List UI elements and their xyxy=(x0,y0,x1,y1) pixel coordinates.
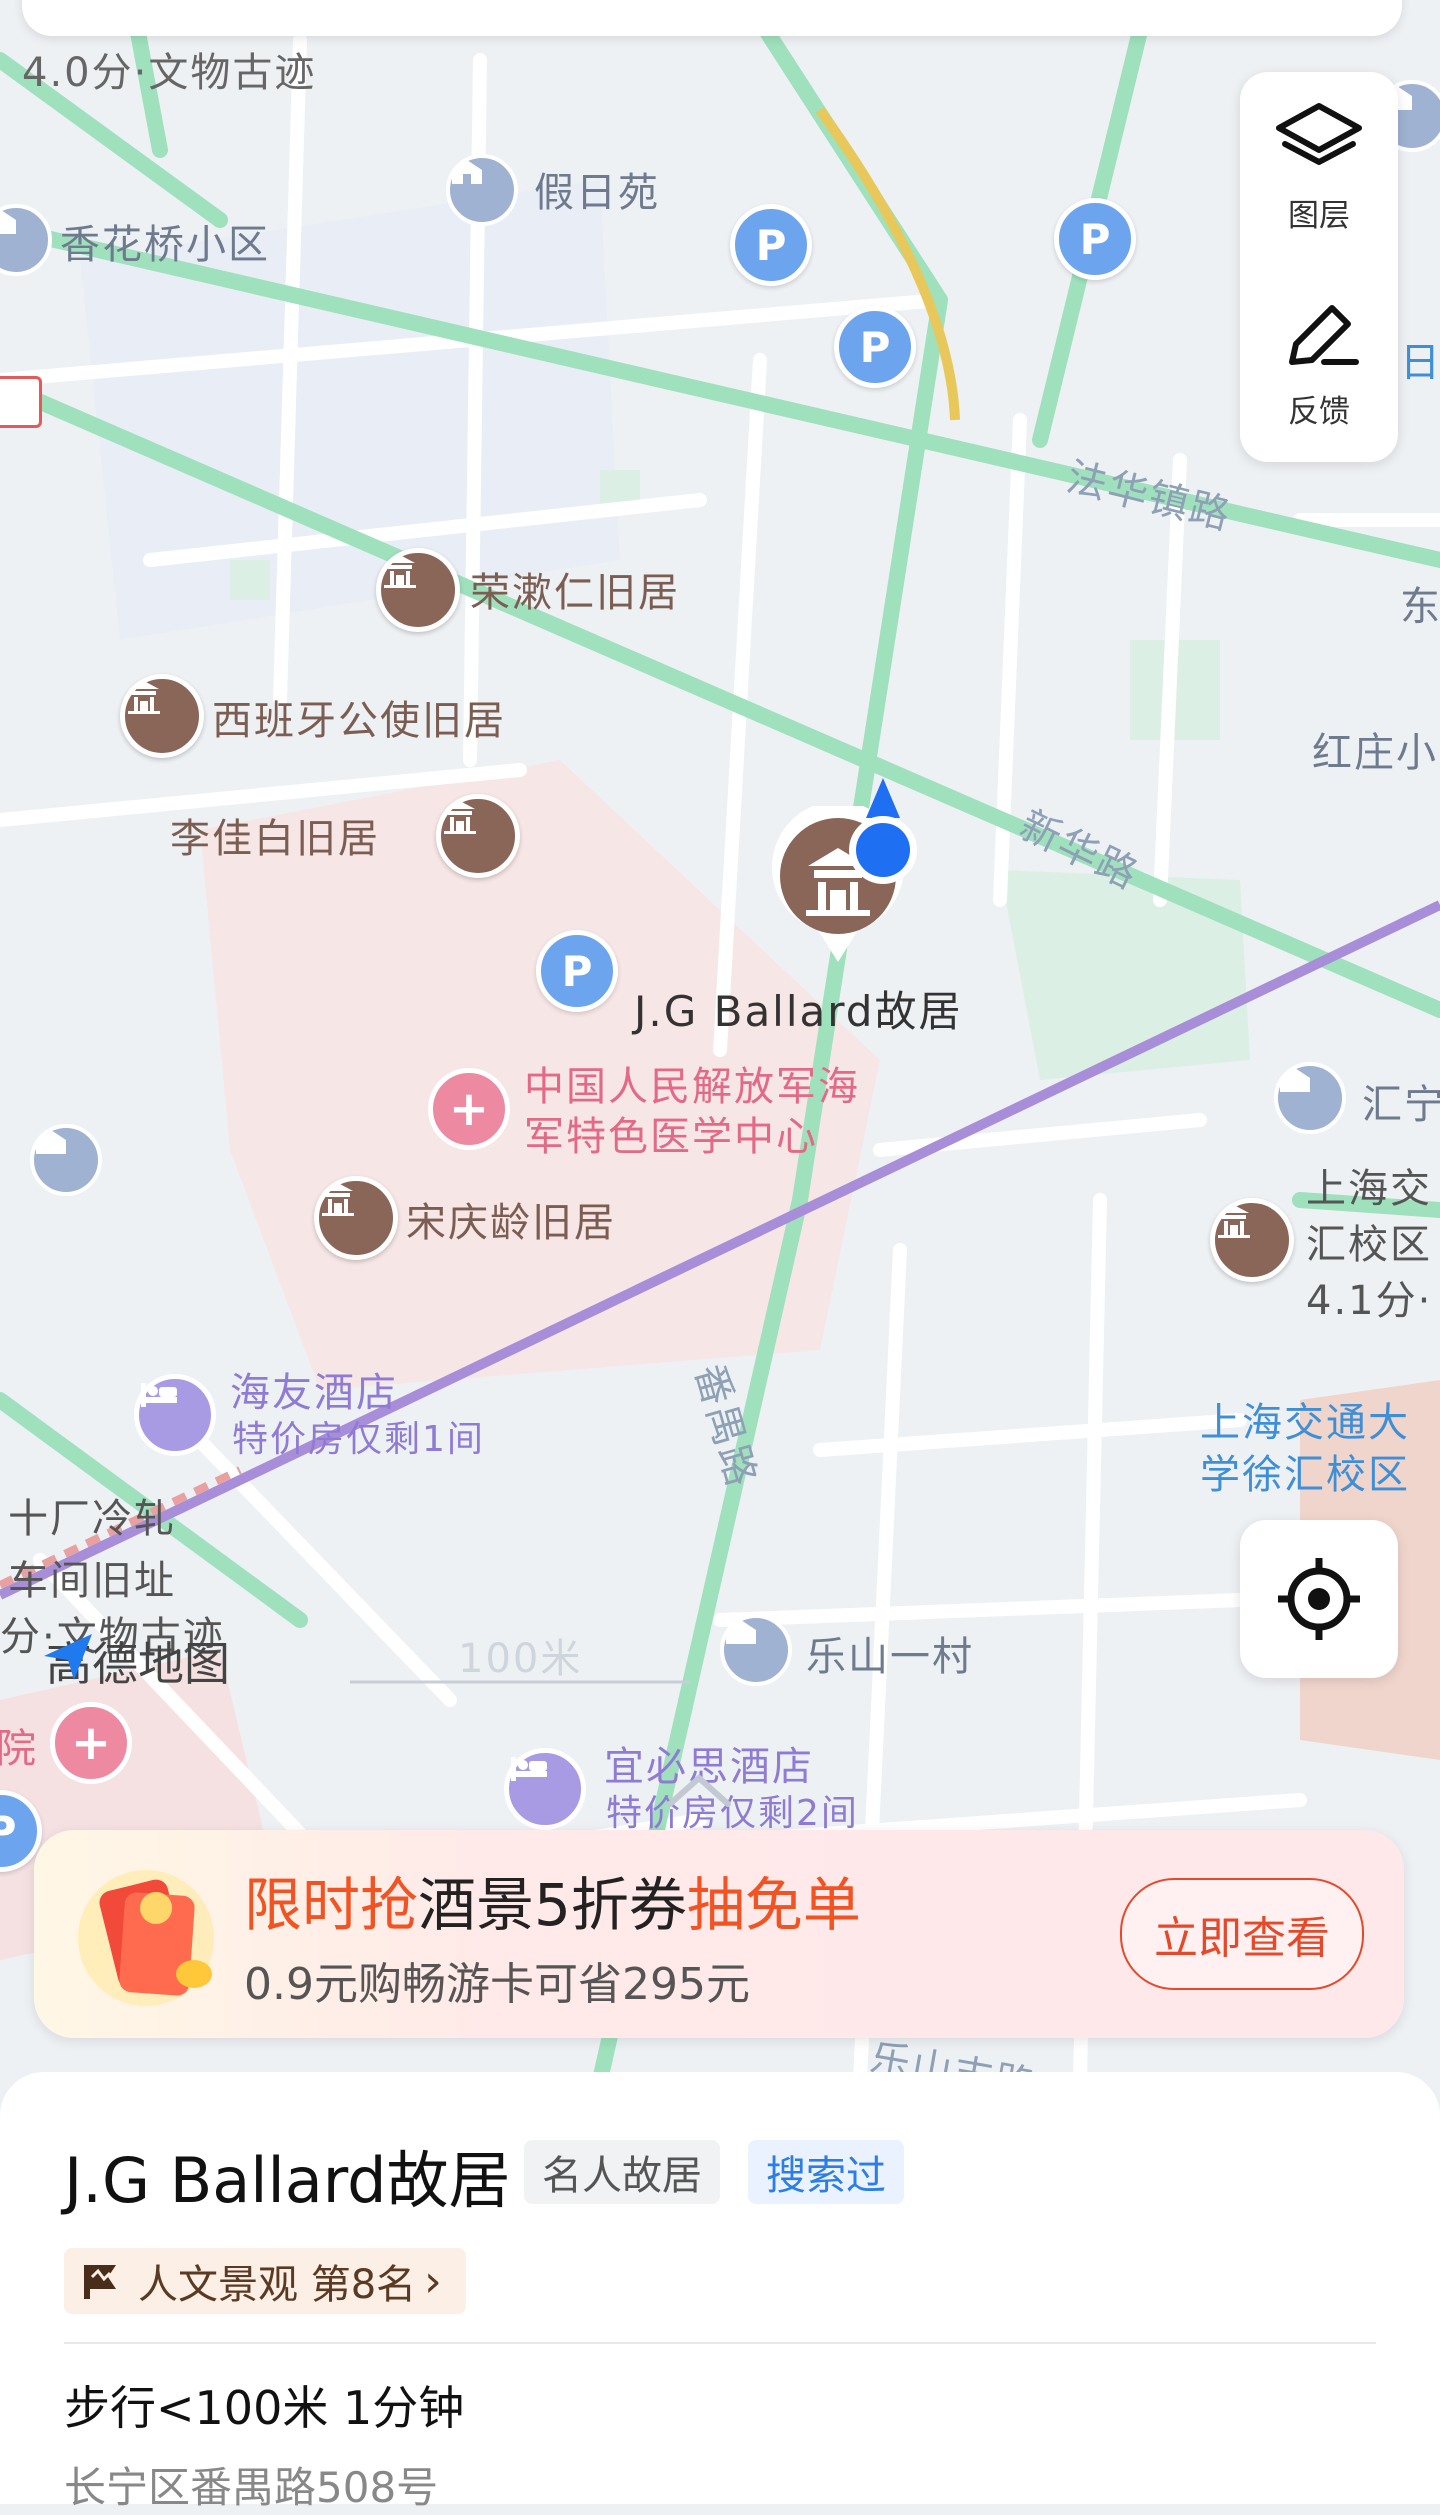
metro-station-icon[interactable] xyxy=(0,376,42,428)
map-label: 院 xyxy=(0,1726,38,1772)
layers-label: 图层 xyxy=(1288,198,1350,234)
map-label: 十厂冷轧 xyxy=(8,1496,176,1542)
address[interactable]: 长宁区番禺路508号 xyxy=(64,2454,438,2515)
map-label: 东 xyxy=(1400,584,1440,630)
promo-title: 限时抢酒景5折券抽免单 xyxy=(244,1858,861,1942)
map-label: 宋庆龄旧居 xyxy=(406,1200,616,1246)
selected-poi-label: J.G Ballard故居 xyxy=(634,987,963,1036)
map-label: 上海交 xyxy=(1306,1166,1432,1212)
map-controls-panel: 图层 反馈 xyxy=(1240,72,1398,462)
map-label: 红庄小 xyxy=(1312,730,1438,776)
map-label: 车间旧址 xyxy=(8,1558,176,1604)
chevron-right-icon: › xyxy=(424,2255,442,2307)
promo-title-draw: 抽免单 xyxy=(686,1871,861,1939)
feedback-button[interactable]: 反馈 xyxy=(1240,296,1398,431)
view-now-button[interactable]: 立即查看 xyxy=(1120,1878,1364,1990)
residential-icon[interactable] xyxy=(30,1124,102,1196)
residential-icon[interactable] xyxy=(446,154,518,226)
ranking-text: 人文景观 第8名 xyxy=(138,2262,417,2308)
flag-icon xyxy=(84,2265,116,2299)
residential-icon[interactable] xyxy=(720,1614,792,1686)
map-scale-label: 100米 xyxy=(458,1636,583,1682)
map-label: 学徐汇校区 xyxy=(1200,1452,1410,1498)
walk-info: 步行<100米 1分钟 xyxy=(64,2381,465,2435)
map-label: 李佳白旧居 xyxy=(170,816,380,862)
divider xyxy=(64,2342,1376,2344)
promo-title-flash: 限时抢 xyxy=(244,1871,419,1939)
map-label: 西班牙公使旧居 xyxy=(212,698,506,744)
ranking-badge[interactable]: 人文景观 第8名 › xyxy=(64,2248,466,2314)
map-label: 上海交通大 xyxy=(1200,1400,1410,1446)
map-label: 乐山一村 xyxy=(806,1634,974,1680)
map-label: 假日苑 xyxy=(534,170,660,216)
feedback-pencil-icon xyxy=(1289,305,1359,365)
poi-detail-sheet: J.G Ballard故居 名人故居 搜索过 人文景观 第8名 › 步行<100… xyxy=(0,2072,1440,2512)
chevron-up-icon[interactable] xyxy=(664,1770,734,1810)
hospital-icon[interactable]: + xyxy=(50,1702,132,1784)
amap-logo: 高德地图 xyxy=(40,1628,230,1694)
searched-tag: 搜索过 xyxy=(748,2140,904,2204)
feedback-label: 反馈 xyxy=(1288,394,1350,430)
map-label: 4.1分· xyxy=(1306,1278,1433,1324)
promo-banner[interactable]: 限时抢酒景5折券抽免单 0.9元购畅游卡可省295元 立即查看 xyxy=(34,1830,1404,2038)
map-label: 日 xyxy=(1400,340,1440,386)
current-location-icon xyxy=(838,774,928,894)
heritage-icon[interactable] xyxy=(376,548,460,632)
residential-icon[interactable] xyxy=(1274,1062,1346,1134)
hotel-icon[interactable] xyxy=(134,1374,216,1456)
map-label: 军特色医学中心 xyxy=(524,1114,818,1160)
map-canvas[interactable]: P P P P P + + 4.0分·文物古迹 假日苑 香花桥小区 法华镇路 荣… xyxy=(0,0,1440,2110)
top-search-bar[interactable] xyxy=(22,0,1402,36)
category-tag: 名人故居 xyxy=(524,2140,720,2204)
heritage-icon[interactable] xyxy=(1210,1198,1294,1282)
poi-title: J.G Ballard故居 xyxy=(64,2144,511,2217)
hospital-icon[interactable]: + xyxy=(428,1068,510,1150)
amap-logo-icon xyxy=(44,1634,92,1680)
map-label: 汇校区 xyxy=(1306,1222,1432,1268)
hotel-icon[interactable] xyxy=(504,1748,586,1830)
layers-button[interactable]: 图层 xyxy=(1240,100,1398,235)
promo-subtitle: 0.9元购畅游卡可省295元 xyxy=(244,1959,750,2010)
locate-me-button[interactable] xyxy=(1240,1520,1398,1678)
coupon-icon xyxy=(66,1854,226,2014)
heritage-icon[interactable] xyxy=(436,794,520,878)
parking-icon[interactable]: P xyxy=(536,930,618,1012)
map-label: 香花桥小区 xyxy=(60,222,270,268)
heritage-icon[interactable] xyxy=(314,1176,398,1260)
parking-icon[interactable]: P xyxy=(834,306,916,388)
parking-icon[interactable]: P xyxy=(730,204,812,286)
layers-icon xyxy=(1276,103,1362,165)
map-label: 4.0分·文物古迹 xyxy=(22,50,317,96)
map-label: 荣漱仁旧居 xyxy=(470,570,680,616)
promo-title-main: 酒景5折券 xyxy=(418,1871,687,1939)
crosshair-icon xyxy=(1278,1558,1360,1640)
heritage-icon[interactable] xyxy=(120,674,204,758)
parking-icon[interactable]: P xyxy=(1054,198,1136,280)
map-label: 特价房仅剩1间 xyxy=(232,1419,485,1460)
map-label: 汇宁 xyxy=(1362,1082,1440,1128)
